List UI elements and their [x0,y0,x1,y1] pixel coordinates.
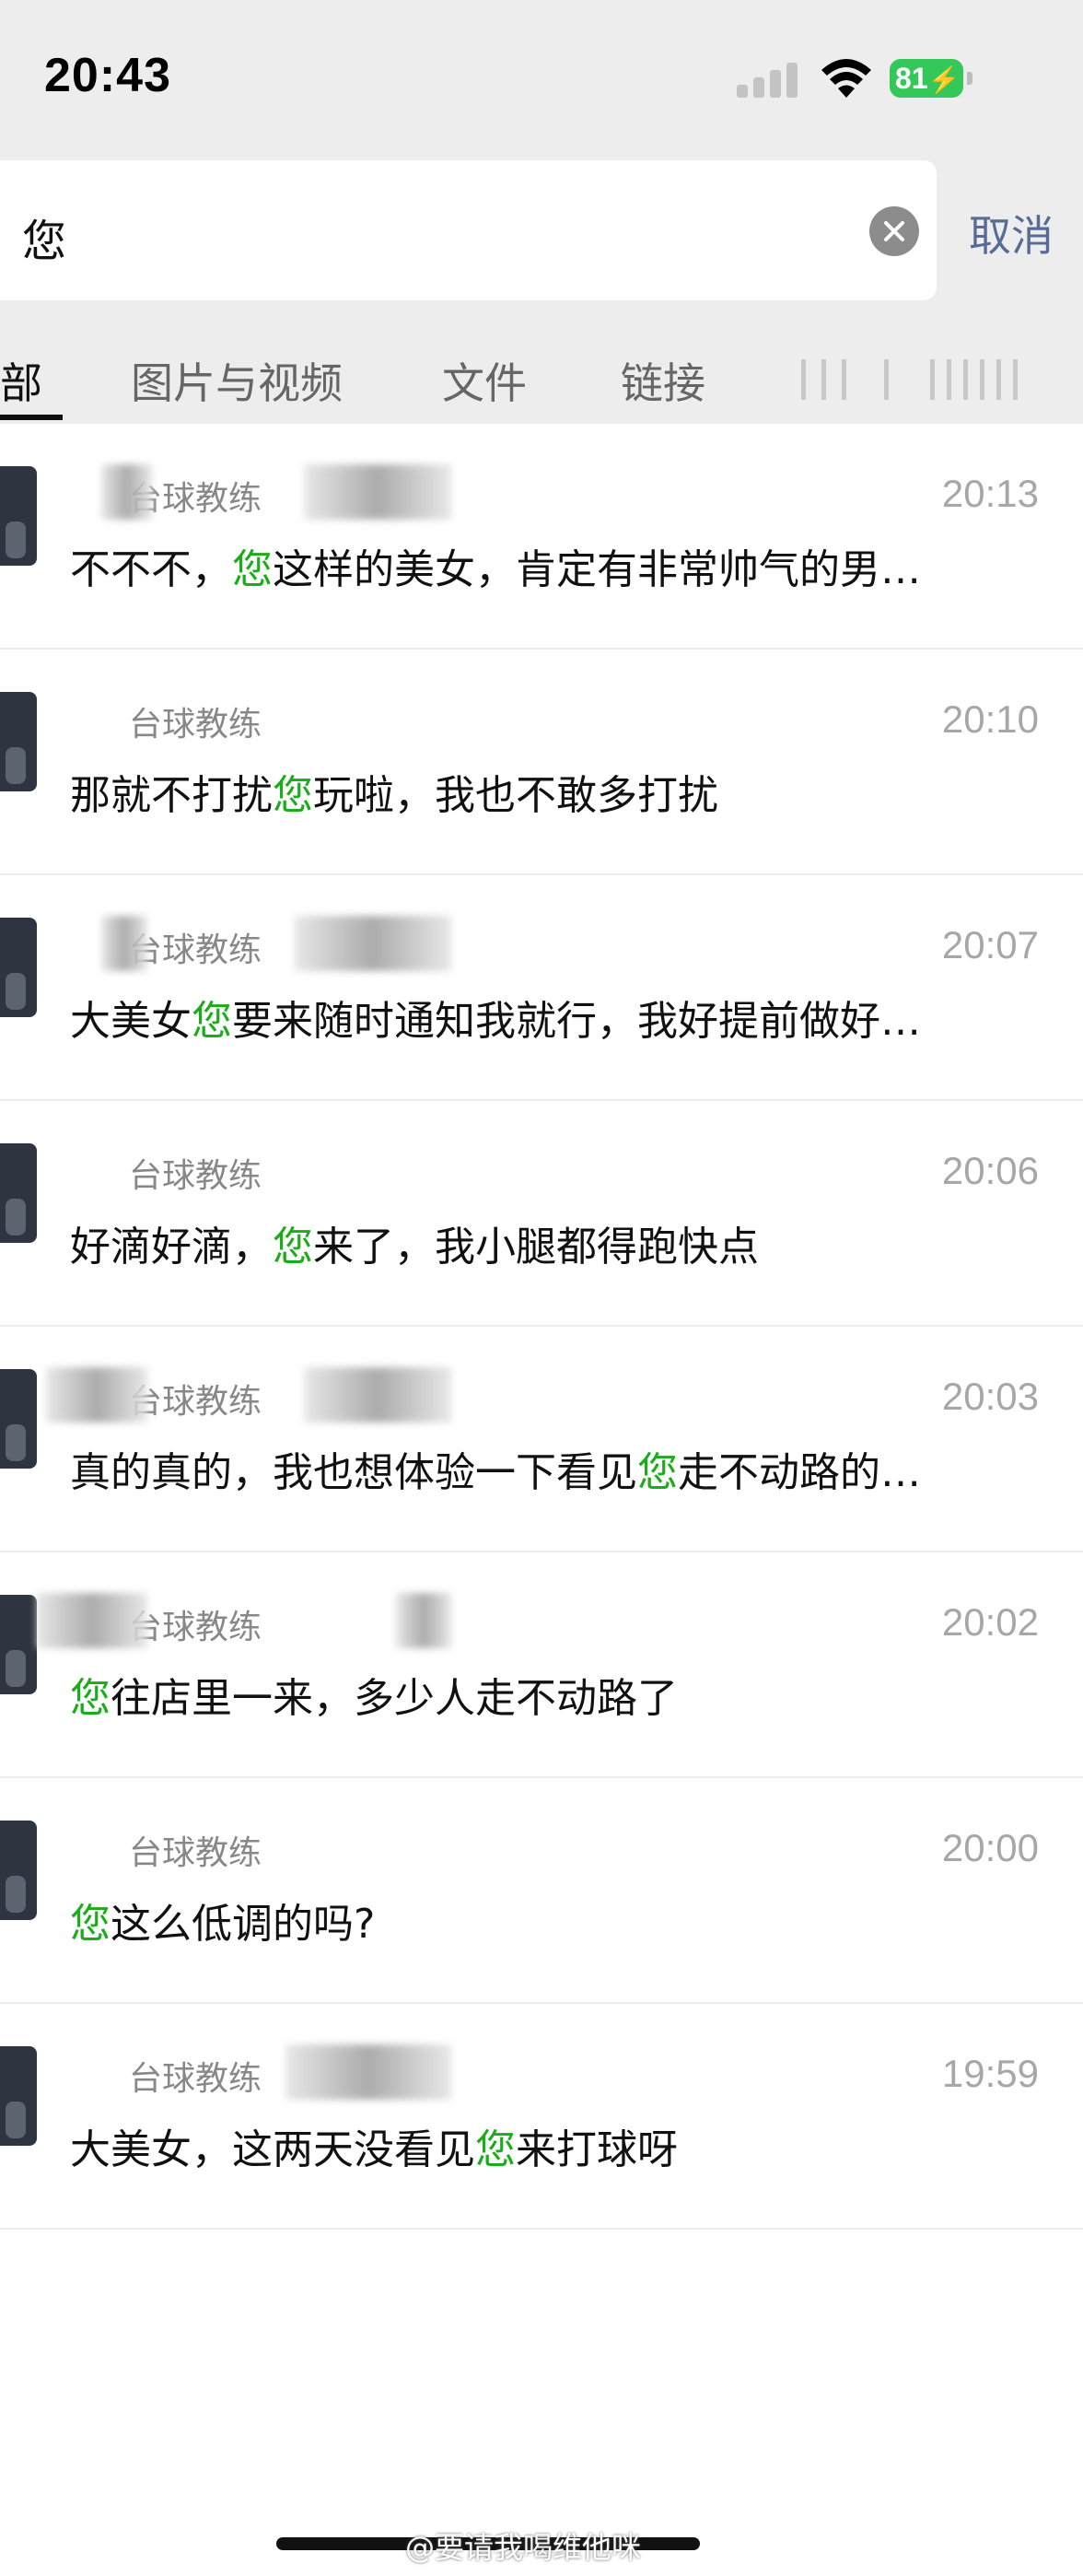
redacted-name [46,1367,147,1423]
keyword-highlight: 您 [232,546,273,593]
active-tab-indicator [0,415,63,420]
message-time: 20:10 [941,697,1039,741]
result-item[interactable]: 台球教练 20:10 那就不打扰您玩啦，我也不敢多打扰 [0,650,1083,875]
avatar [0,1369,37,1469]
avatar [0,466,37,566]
keyword-highlight: 您 [70,1901,111,1948]
contact-name: 台球教练 [129,931,262,969]
message-text: 走不动路的… [678,1449,921,1496]
message-text: 大美女 [70,998,192,1045]
battery-level: 81 [895,62,928,95]
redacted-tab [801,359,1022,400]
avatar [0,1821,37,1920]
message-text: 这样的美女，肯定有非常帅气的男… [273,546,921,593]
message-preview: 好滴好滴，您来了，我小腿都得跑快点 [70,1213,759,1272]
search-query: 您 [22,216,67,267]
redacted-name [101,916,147,971]
charging-icon: ⚡ [927,65,961,94]
redacted-name [285,2044,451,2100]
message-preview: 大美女您要来随时通知我就行，我好提前做好… [70,988,921,1047]
message-text: 那就不打扰 [70,772,273,819]
redacted-name [295,916,451,971]
message-time: 20:13 [941,472,1039,515]
result-item[interactable]: 台球教练 20:00 您这么低调的吗? [0,1778,1083,2004]
message-preview: 大美女，这两天没看见您来打球呀 [70,2116,678,2175]
contact-name: 台球教练 [129,706,262,744]
tab-all[interactable]: 部 [0,350,42,411]
result-item[interactable]: 台球教练 20:06 好滴好滴，您来了，我小腿都得跑快点 [0,1101,1083,1327]
message-text: 要来随时通知我就行，我好提前做好… [232,998,921,1045]
redacted-name [304,464,451,520]
result-item[interactable]: 台球教练 20:07 大美女您要来随时通知我就行，我好提前做好… [0,875,1083,1101]
keyword-highlight: 您 [273,772,313,819]
tab-images-videos[interactable]: 图片与视频 [131,350,343,411]
message-time: 20:06 [941,1149,1039,1192]
avatar [0,1143,37,1243]
message-text: 来了，我小腿都得跑快点 [313,1224,759,1270]
keyword-highlight: 您 [637,1449,678,1496]
filter-tabs: 部 图片与视频 文件 链接 [0,332,1083,420]
contact-name: 台球教练 [129,1834,262,1872]
message-preview: 您往店里一来，多少人走不动路了 [70,1665,678,1724]
result-item[interactable]: 台球教练 20:02 您往店里一来，多少人走不动路了 [0,1552,1083,1778]
avatar [0,1595,37,1694]
battery-indicator: 81⚡ [890,59,963,98]
clear-search-icon[interactable] [869,206,919,256]
tab-links[interactable]: 链接 [621,350,705,411]
battery-tip [967,72,972,85]
wifi-icon [821,59,871,98]
watermark: @要请我喝维他咪 [405,2530,642,2565]
message-text: 真的真的，我也想体验一下看见 [70,1449,637,1496]
avatar [0,2046,37,2146]
message-text: 玩啦，我也不敢多打扰 [313,772,718,819]
message-text: 好滴好滴， [70,1224,273,1270]
keyword-highlight: 您 [70,1675,111,1722]
redacted-name [304,1367,451,1423]
redacted-name [37,1593,147,1648]
contact-name: 台球教练 [129,2060,262,2098]
message-text: 不不不， [70,546,232,593]
keyword-highlight: 您 [273,1224,313,1270]
message-time: 20:02 [941,1600,1039,1644]
divider [0,2228,1083,2230]
search-input[interactable]: 您 [0,160,937,300]
result-item[interactable]: 台球教练 20:13 不不不，您这样的美女，肯定有非常帅气的男… [0,424,1083,650]
result-item[interactable]: 台球教练 19:59 大美女，这两天没看见您来打球呀 [0,2004,1083,2230]
cellular-signal-icon [737,61,801,98]
contact-name: 台球教练 [129,1383,262,1421]
message-time: 19:59 [941,2052,1039,2095]
message-text: 大美女，这两天没看见 [70,2126,475,2173]
redacted-name [396,1593,451,1648]
message-text: 这么低调的吗? [111,1901,376,1948]
keyword-highlight: 您 [475,2126,516,2173]
message-preview: 不不不，您这样的美女，肯定有非常帅气的男… [70,536,921,595]
contact-name: 台球教练 [129,1157,262,1195]
message-preview: 那就不打扰您玩啦，我也不敢多打扰 [70,762,718,821]
status-time: 20:43 [44,49,171,102]
redacted-name [101,464,152,520]
message-time: 20:00 [941,1826,1039,1869]
message-time: 20:03 [941,1375,1039,1418]
avatar [0,692,37,791]
keyword-highlight: 您 [192,998,232,1045]
cancel-button[interactable]: 取消 [969,203,1054,263]
message-time: 20:07 [941,923,1039,966]
message-preview: 您这么低调的吗? [70,1891,375,1950]
message-text: 来打球呀 [516,2126,678,2173]
message-preview: 真的真的，我也想体验一下看见您走不动路的… [70,1439,921,1498]
message-text: 往店里一来，多少人走不动路了 [111,1675,678,1722]
contact-name: 台球教练 [129,1609,262,1646]
tab-files[interactable]: 文件 [442,350,527,411]
result-item[interactable]: 台球教练 20:03 真的真的，我也想体验一下看见您走不动路的… [0,1327,1083,1552]
avatar [0,918,37,1017]
